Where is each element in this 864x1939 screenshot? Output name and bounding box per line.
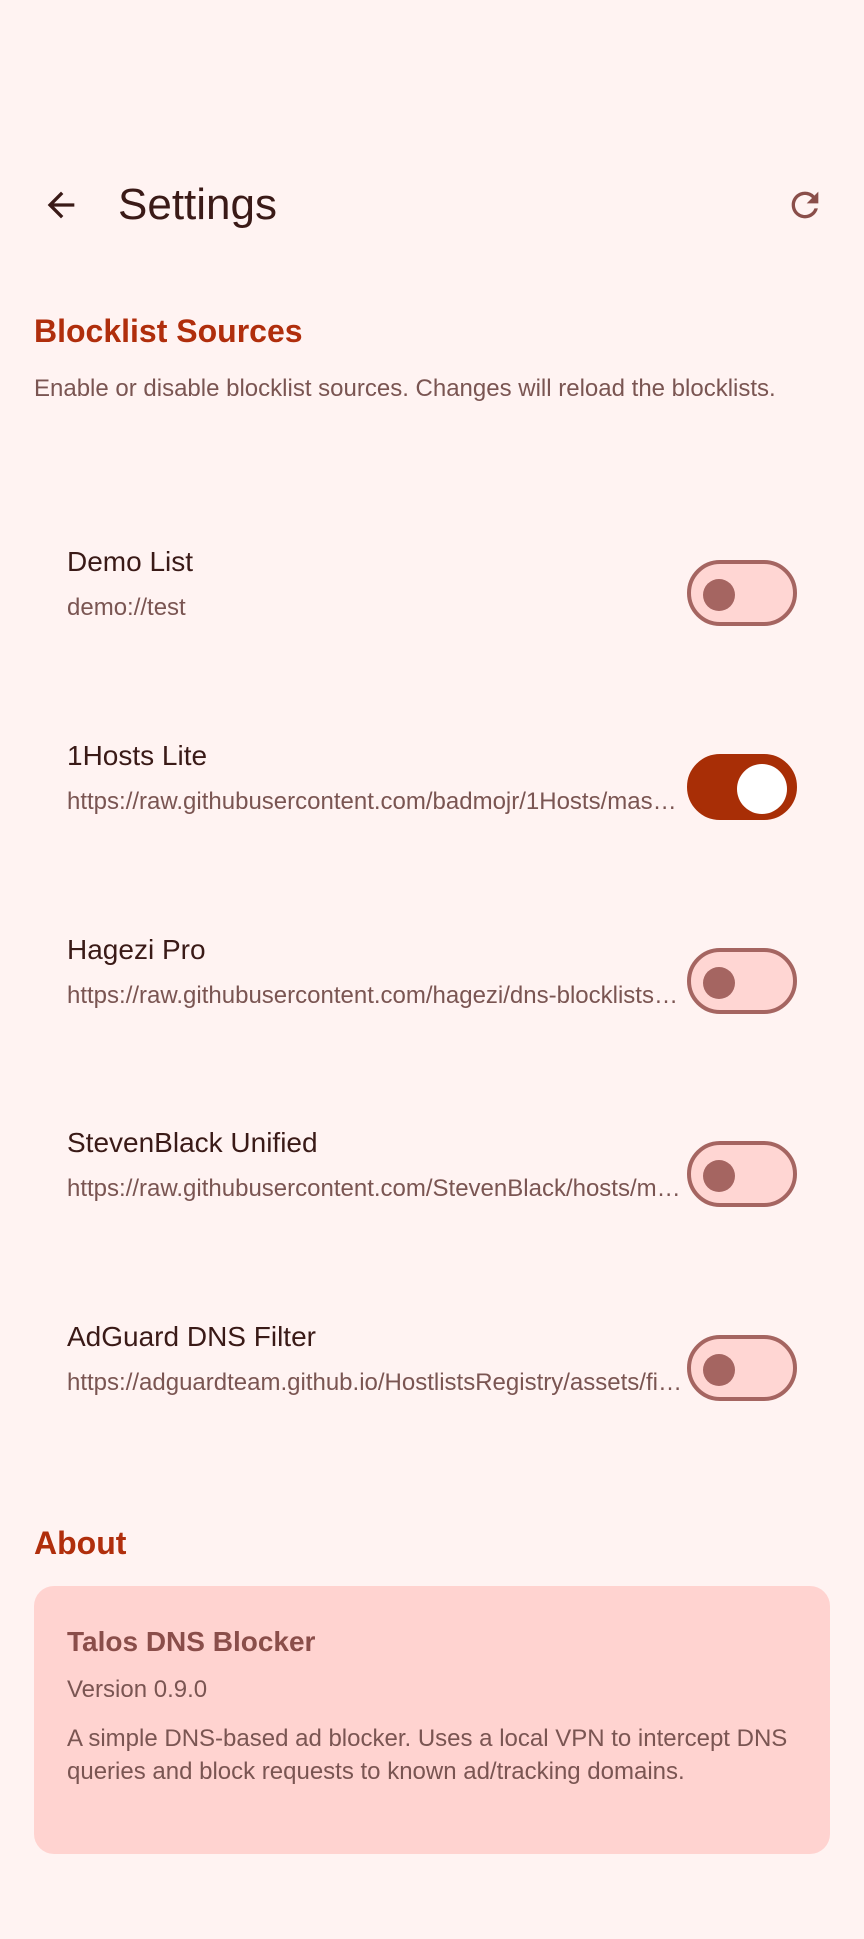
arrow-back-icon <box>47 191 75 219</box>
blocklist-item[interactable]: AdGuard DNS Filter https://adguardteam.g… <box>0 1305 864 1425</box>
switch-thumb <box>703 1160 735 1192</box>
blocklist-sources-heading: Blocklist Sources <box>34 313 303 349</box>
app-name: Talos DNS Blocker <box>67 1626 316 1657</box>
back-button[interactable] <box>26 170 96 240</box>
blocklist-item-title: Hagezi Pro <box>67 934 206 965</box>
blocklist-item-title: Demo List <box>67 546 194 577</box>
blocklist-item-title: StevenBlack Unified <box>67 1127 318 1158</box>
blocklist-item-title: 1Hosts Lite <box>67 740 208 771</box>
blocklist-toggle[interactable] <box>687 1141 797 1207</box>
blocklist-toggle[interactable] <box>687 948 797 1014</box>
switch-thumb <box>737 764 787 814</box>
top-app-bar: Settings <box>0 160 864 250</box>
blocklist-item[interactable]: 1Hosts Lite https://raw.githubuserconten… <box>0 724 864 844</box>
blocklist-item-url: https://raw.githubusercontent.com/Steven… <box>67 1175 682 1202</box>
switch-thumb <box>703 1354 735 1386</box>
blocklist-item-title: AdGuard DNS Filter <box>67 1321 316 1352</box>
about-heading: About <box>34 1525 127 1561</box>
blocklist-item[interactable]: Demo List demo://test <box>0 530 864 650</box>
blocklist-toggle[interactable] <box>687 560 797 626</box>
blocklist-item[interactable]: Hagezi Pro https://raw.githubusercontent… <box>0 918 864 1038</box>
blocklist-toggle[interactable] <box>687 754 797 820</box>
blocklist-toggle[interactable] <box>687 1335 797 1401</box>
app-description: A simple DNS-based ad blocker. Uses a lo… <box>67 1725 788 1785</box>
switch-thumb <box>703 579 735 611</box>
blocklist-item-url: demo://test <box>67 594 186 621</box>
about-card: Talos DNS Blocker Version 0.9.0 A simple… <box>34 1586 830 1854</box>
blocklist-item-url: https://adguardteam.github.io/HostlistsR… <box>67 1369 682 1396</box>
switch-thumb <box>703 967 735 999</box>
blocklist-item-url: https://raw.githubusercontent.com/badmoj… <box>67 788 682 815</box>
app-version: Version 0.9.0 <box>67 1676 208 1703</box>
settings-screen: Settings Blocklist Sources Enable or dis… <box>0 0 864 1939</box>
page-title: Settings <box>118 180 277 229</box>
refresh-icon <box>791 191 819 219</box>
refresh-button[interactable] <box>770 170 840 240</box>
blocklist-sources-description: Enable or disable blocklist sources. Cha… <box>34 375 776 402</box>
blocklist-item[interactable]: StevenBlack Unified https://raw.githubus… <box>0 1111 864 1231</box>
blocklist-item-url: https://raw.githubusercontent.com/hagezi… <box>67 982 682 1009</box>
